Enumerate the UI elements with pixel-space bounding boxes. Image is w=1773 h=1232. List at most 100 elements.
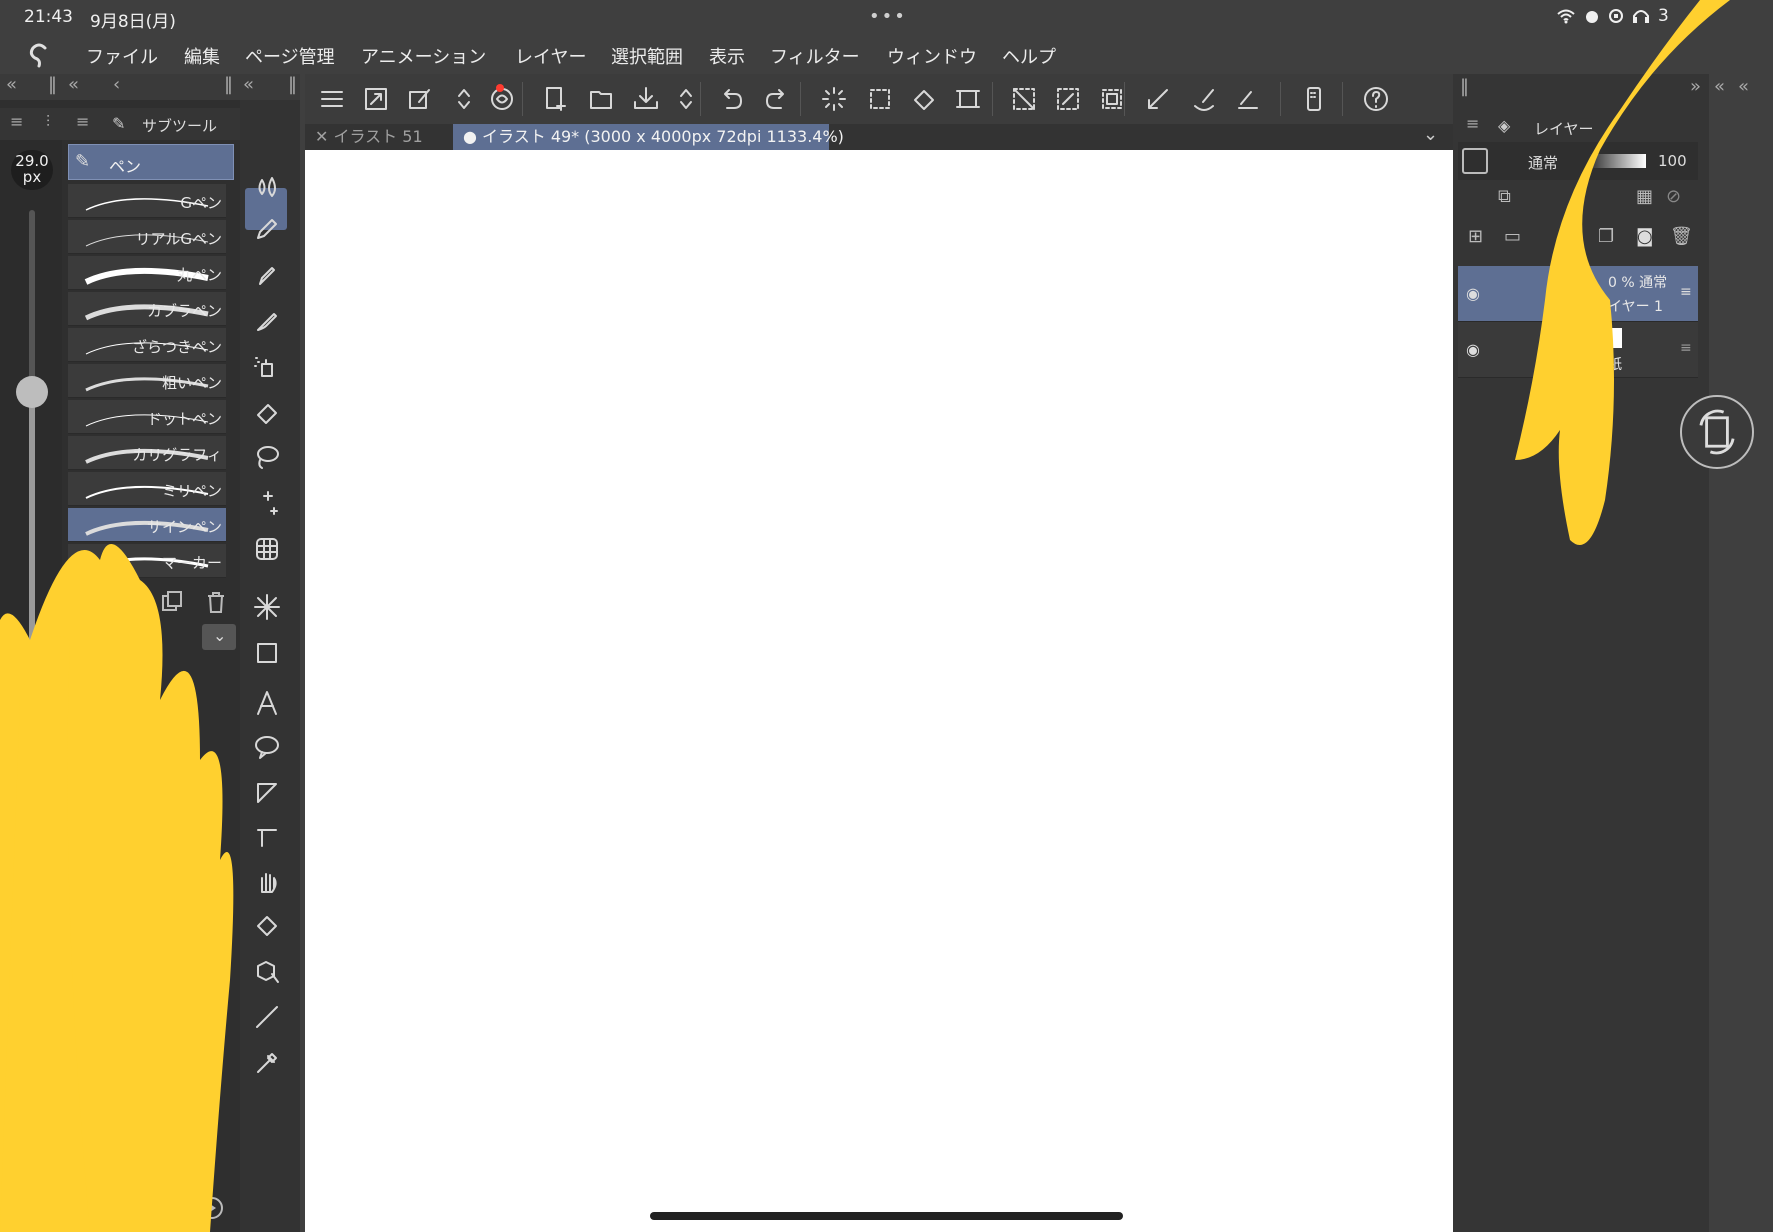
new-folder-icon[interactable]: ▭ — [1504, 226, 1521, 247]
magic-wand-tool-icon[interactable] — [248, 484, 286, 522]
hamburger-menu-icon[interactable] — [312, 79, 352, 119]
select-area-icon[interactable] — [860, 79, 900, 119]
new-layer-icon[interactable]: ⊞ — [1468, 226, 1483, 247]
open-folder-icon[interactable] — [582, 79, 622, 119]
invert-selection-icon[interactable] — [1048, 79, 1088, 119]
pencil-tool-icon[interactable] — [248, 256, 286, 294]
menu-file[interactable]: ファイル — [86, 43, 158, 69]
lasso-tool-icon[interactable] — [248, 438, 286, 476]
ink-drops-icon[interactable] — [248, 168, 286, 206]
collapse-left-icon[interactable]: « — [6, 74, 17, 95]
brush-tool-icon[interactable] — [248, 302, 286, 340]
layer-mask-icon[interactable]: ◙ — [1636, 226, 1653, 247]
clear-icon[interactable] — [814, 79, 854, 119]
hand-tool-icon[interactable] — [248, 862, 286, 900]
object-tool-icon[interactable] — [248, 952, 286, 990]
clip-studio-logo-icon[interactable] — [22, 40, 58, 70]
opacity-slider[interactable] — [1590, 154, 1646, 168]
line-tool-icon[interactable] — [248, 998, 286, 1036]
menu-filter[interactable]: フィルター — [770, 43, 860, 69]
text-tool-icon[interactable] — [248, 684, 286, 722]
balloon-tool-icon[interactable] — [248, 728, 286, 766]
duplicate-subtool-icon[interactable] — [160, 590, 184, 614]
home-indicator[interactable] — [650, 1212, 1123, 1220]
tool-property-icon[interactable]: ⫶ — [46, 112, 50, 132]
eye-icon[interactable]: ◉ — [1466, 284, 1480, 303]
collapse-left-icon-3[interactable]: « — [243, 74, 254, 95]
layer-row-1[interactable]: ◉ 0 % 通常 イヤー 1 ≡ — [1458, 266, 1698, 322]
undo-icon[interactable] — [712, 79, 752, 119]
layer-menu-icon-2[interactable]: ≡ — [1680, 340, 1692, 356]
crop-icon[interactable] — [948, 79, 988, 119]
brush-item-marker[interactable]: マーカー — [68, 544, 226, 578]
menu-edit[interactable]: 編集 — [184, 43, 220, 69]
copy-layer-icon[interactable]: ❐ — [1598, 226, 1614, 247]
subtool-detail-dropdown[interactable]: ⌄ — [202, 624, 236, 650]
help-icon[interactable] — [1356, 79, 1396, 119]
opacity-value[interactable]: 100 — [1658, 152, 1687, 170]
brush-item-calligraphy[interactable]: カリグラフィ — [68, 436, 226, 470]
eye-icon-2[interactable]: ◉ — [1466, 340, 1480, 359]
selection-border-icon[interactable] — [1092, 79, 1132, 119]
checkerboard-icon[interactable]: ▦ — [1636, 186, 1653, 207]
brush-size-slider-knob[interactable] — [16, 376, 48, 408]
fill-tool-icon[interactable] — [248, 906, 286, 944]
brush-item-rough-pen[interactable]: ざらつきペン — [68, 328, 226, 362]
eyedropper-tool-icon[interactable] — [248, 1044, 286, 1082]
layer-color-swatch[interactable] — [1462, 148, 1488, 174]
drawing-canvas[interactable] — [305, 150, 1453, 1232]
blend-mode-select[interactable]: 通常 — [1528, 152, 1558, 173]
gradient-tool-icon[interactable] — [248, 634, 286, 672]
brush-item-real-g-pen[interactable]: リアルGペン — [68, 220, 226, 254]
tabs-dropdown-icon[interactable]: ⌄ — [1423, 124, 1438, 145]
layer-tab-label[interactable]: レイヤー — [1534, 118, 1594, 139]
menu-layer[interactable]: レイヤー — [515, 43, 586, 69]
chevron-left-icon[interactable]: ‹ — [113, 74, 120, 95]
fill-bucket-icon[interactable] — [904, 79, 944, 119]
frame-tool-icon[interactable] — [248, 774, 286, 812]
collapse-right-icon-3[interactable]: « — [1738, 76, 1749, 97]
menu-help[interactable]: ヘルプ — [1002, 43, 1056, 69]
panel-menu-icon-4[interactable]: ≡ — [1466, 114, 1479, 133]
subtool-tab-label[interactable]: サブツール — [142, 115, 217, 136]
airbrush-tool-icon[interactable] — [248, 348, 286, 386]
rotate-canvas-button[interactable] — [1680, 395, 1754, 469]
menu-page[interactable]: ページ管理 — [245, 43, 335, 69]
brush-item-kabura-pen[interactable]: カブラペン — [68, 292, 226, 326]
smartphone-icon[interactable] — [1294, 79, 1334, 119]
brush-item-g-pen[interactable]: Gペン — [68, 184, 226, 218]
brush-item-dot-pen[interactable]: ドットペン — [68, 400, 226, 434]
eraser-tool-icon[interactable] — [248, 393, 286, 431]
close-tab-icon[interactable]: ✕ — [315, 127, 334, 146]
subtool-group-pen[interactable]: ✎ ペン — [68, 144, 234, 180]
ruler-tool-icon[interactable] — [248, 818, 286, 856]
collapse-left-icon-2[interactable]: « — [68, 74, 79, 95]
play-circle-icon[interactable] — [200, 1196, 224, 1220]
delete-subtool-icon[interactable] — [204, 590, 228, 614]
collapse-right-icon-2[interactable]: « — [1714, 76, 1725, 97]
delete-layer-icon[interactable]: 🗑 — [1670, 226, 1693, 247]
ruler-snap-icon[interactable] — [1138, 79, 1178, 119]
menu-selection[interactable]: 選択範囲 — [611, 43, 683, 69]
panel-menu-icon-2[interactable]: ≡ — [76, 112, 89, 131]
clip-layer-icon[interactable]: ⧉ — [1498, 186, 1511, 207]
redo-icon[interactable] — [756, 79, 796, 119]
menu-window[interactable]: ウィンドウ — [887, 43, 977, 69]
multitasking-dots[interactable]: ••• — [869, 6, 907, 27]
edit-layer-icon[interactable] — [400, 79, 440, 119]
collapse-right-icon[interactable]: » — [1690, 76, 1701, 97]
mesh-transform-icon[interactable] — [248, 530, 286, 568]
brush-item-milli-pen[interactable]: ミリペン — [68, 472, 226, 506]
starburst-tool-icon[interactable] — [248, 588, 286, 626]
save-download-icon[interactable] — [626, 79, 666, 119]
new-file-icon[interactable] — [536, 79, 576, 119]
layer-menu-icon[interactable]: ≡ — [1680, 284, 1692, 300]
grid-ruler-icon[interactable] — [1228, 79, 1268, 119]
tab-illust-51[interactable]: ✕ イラスト 51 — [305, 124, 447, 150]
brush-item-coarse-pen[interactable]: 粗いペン — [68, 364, 226, 398]
menu-view[interactable]: 表示 — [709, 43, 745, 69]
layer-row-paper[interactable]: ◉ 紙 ≡ — [1458, 322, 1698, 378]
pen-tool-icon[interactable] — [248, 210, 286, 248]
panel-menu-icon[interactable]: ≡ — [10, 112, 23, 131]
brush-item-sign-pen[interactable]: サインペン — [68, 508, 226, 542]
